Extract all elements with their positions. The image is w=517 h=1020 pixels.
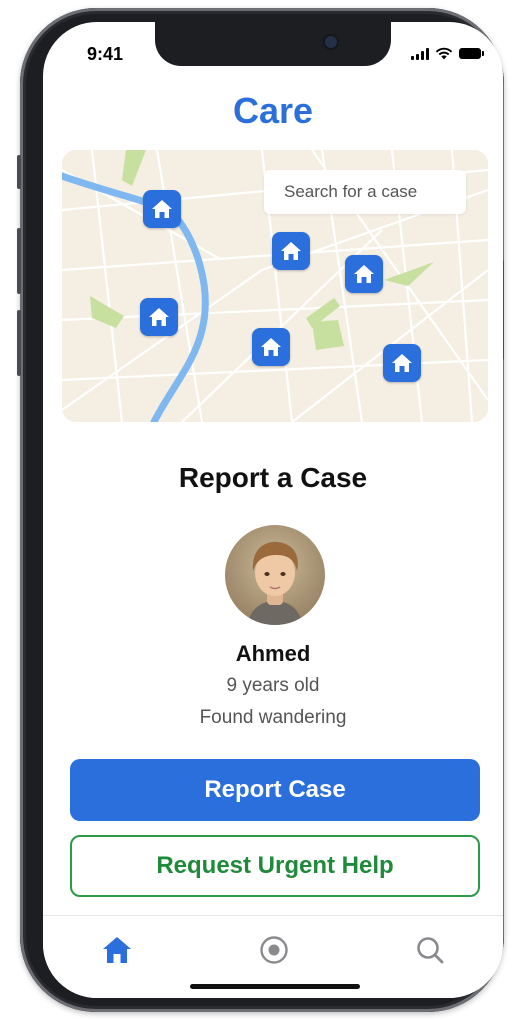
section-title: Report a Case [178,462,368,493]
camera [325,36,337,48]
battery-icon [459,48,484,59]
home-indicator [190,984,360,989]
record-icon [260,936,288,964]
person-age: 9 years old [226,675,320,696]
search-icon [417,937,444,964]
tab-search[interactable] [410,930,450,970]
signal-icon [411,47,429,60]
request-urgent-help-button[interactable]: Request Urgent Help [70,835,480,897]
avatar [225,525,325,625]
app-title: Care [232,90,314,131]
tab-home[interactable] [97,930,137,970]
status-time: 9:41 [87,44,124,64]
notch [155,22,391,66]
case-pin-house-icon[interactable] [143,190,181,228]
mute-switch [17,155,21,189]
person-name: Ahmed [235,641,311,666]
tab-record[interactable] [254,930,294,970]
volume-up-button [17,228,21,294]
case-pin-house-icon[interactable] [252,328,290,366]
case-pin-house-icon[interactable] [272,232,310,270]
case-pin-house-icon[interactable] [140,298,178,336]
search-input[interactable]: Search for a case [264,170,466,214]
case-pin-house-icon[interactable] [383,344,421,382]
volume-down-button [17,310,21,376]
home-icon [103,937,131,963]
screen: 9:41 Care Search for a case Report a Cas… [43,22,503,998]
status-icons [411,47,484,60]
person-status: Found wandering [199,707,347,728]
report-case-button[interactable]: Report Case [70,759,480,821]
wifi-icon [435,47,453,60]
case-pin-house-icon[interactable] [345,255,383,293]
case-map[interactable]: Search for a case [62,150,488,422]
